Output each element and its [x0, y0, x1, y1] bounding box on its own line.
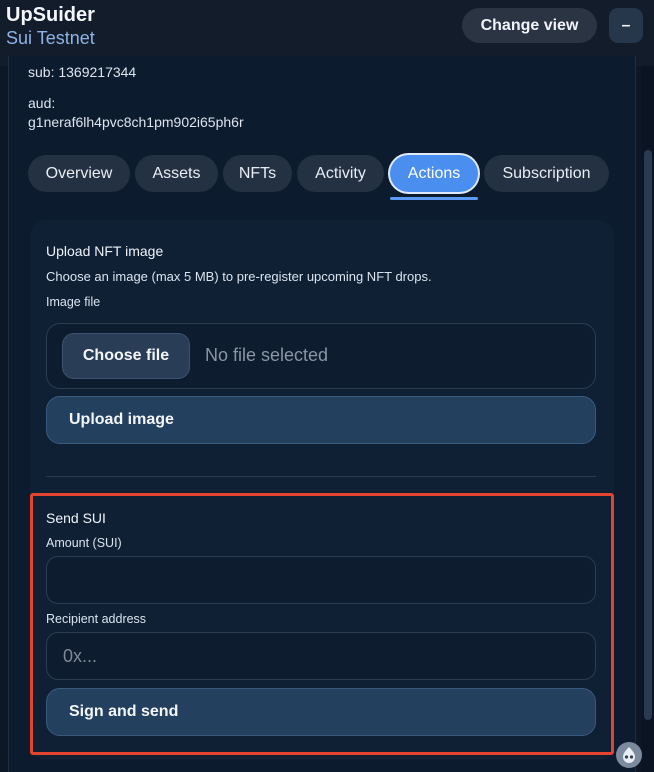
account-aud-value: g1neraf6lh4pvc8ch1pm902i65ph6r — [28, 114, 244, 130]
change-view-button[interactable]: Change view — [462, 8, 597, 43]
amount-label: Amount (SUI) — [46, 536, 122, 550]
image-file-label: Image file — [46, 295, 101, 309]
section-divider — [46, 476, 596, 477]
choose-file-button[interactable]: Choose file — [62, 333, 190, 379]
recipient-label: Recipient address — [46, 612, 147, 626]
tab-assets[interactable]: Assets — [135, 155, 218, 192]
tab-nfts[interactable]: NFTs — [223, 155, 292, 192]
tab-actions[interactable]: Actions — [390, 155, 478, 192]
tab-overview[interactable]: Overview — [28, 155, 130, 192]
tab-subscription[interactable]: Subscription — [484, 155, 609, 192]
account-aud-label: aud: — [28, 95, 56, 111]
file-status-text: No file selected — [205, 345, 329, 365]
active-tab-indicator — [390, 197, 478, 200]
network-name: Sui Testnet — [6, 28, 95, 48]
send-section-title: Send SUI — [46, 510, 106, 526]
scrollbar-thumb[interactable] — [644, 150, 652, 720]
collapse-button[interactable]: – — [609, 8, 643, 43]
assistant-robot-icon[interactable] — [616, 742, 642, 768]
sign-and-send-button[interactable]: Sign and send — [46, 688, 596, 736]
upload-section-title: Upload NFT image — [46, 243, 164, 259]
recipient-address-input[interactable] — [46, 632, 596, 680]
tab-activity[interactable]: Activity — [297, 155, 384, 192]
upload-description: Choose an image (max 5 MB) to pre-regist… — [46, 269, 432, 284]
amount-input[interactable] — [46, 556, 596, 604]
robot-face-icon — [623, 747, 635, 763]
account-sub: sub: 1369217344 — [28, 64, 137, 80]
upload-image-button[interactable]: Upload image — [46, 396, 596, 444]
app-title: UpSuider — [6, 4, 95, 26]
